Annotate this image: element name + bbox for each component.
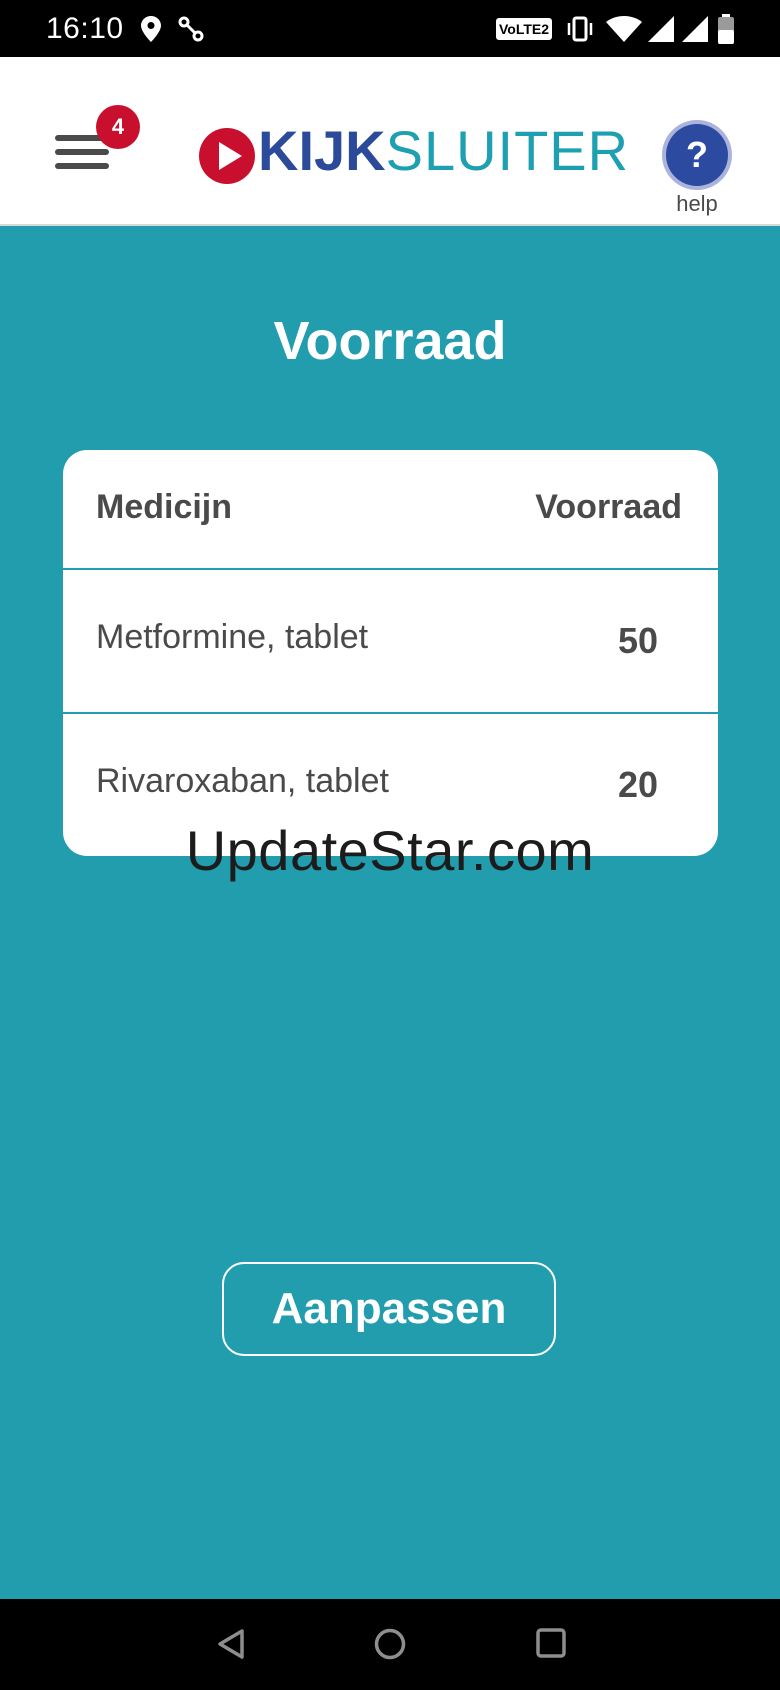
vibrate-icon — [567, 16, 593, 42]
logo-sluiter: SLUITER — [385, 119, 630, 182]
system-nav-bar — [0, 1599, 780, 1690]
back-icon[interactable] — [214, 1627, 248, 1661]
help-label: help — [676, 191, 718, 216]
app-header: 4 KIJKSLUITER ? help — [0, 57, 780, 226]
help-button[interactable]: ? — [666, 124, 728, 186]
signal-icon — [648, 16, 674, 42]
location-icon — [141, 16, 161, 42]
play-logo-icon — [199, 128, 255, 184]
stock-table: Medicijn Voorraad Metformine, tablet 50 … — [63, 450, 718, 856]
home-icon[interactable] — [373, 1627, 407, 1661]
signal-icon-2 — [682, 16, 708, 42]
stock-value: 50 — [617, 620, 659, 661]
battery-icon — [718, 14, 734, 44]
logo-kijk: KIJK — [258, 119, 386, 182]
wifi-icon — [606, 16, 642, 42]
notification-badge: 4 — [96, 105, 140, 149]
watermark: UpdateStar.com — [185, 819, 595, 882]
column-header-medicine: Medicijn — [96, 488, 233, 526]
column-header-stock: Voorraad — [535, 488, 682, 526]
logo-wordmark: KIJKSLUITER — [258, 121, 629, 181]
app-logo: KIJKSLUITER — [198, 119, 628, 197]
menu-icon-bar — [55, 163, 109, 169]
status-bar: 16:10 VoLTE2 — [0, 0, 780, 57]
adjust-button[interactable]: Aanpassen — [222, 1262, 556, 1356]
medicine-name: Rivaroxaban, tablet — [96, 762, 389, 800]
status-time: 16:10 — [46, 12, 124, 45]
medicine-name: Metformine, tablet — [96, 618, 369, 656]
stock-value: 20 — [617, 764, 659, 805]
link-icon — [178, 16, 204, 42]
volte-badge: VoLTE2 — [496, 18, 552, 40]
table-row[interactable]: Metformine, tablet 50 — [63, 570, 718, 712]
menu-icon-bar — [55, 149, 109, 155]
help-icon: ? — [686, 134, 708, 175]
table-header-row: Medicijn Voorraad — [63, 450, 718, 568]
recents-icon[interactable] — [535, 1627, 567, 1659]
page-title: Voorraad — [273, 311, 507, 371]
